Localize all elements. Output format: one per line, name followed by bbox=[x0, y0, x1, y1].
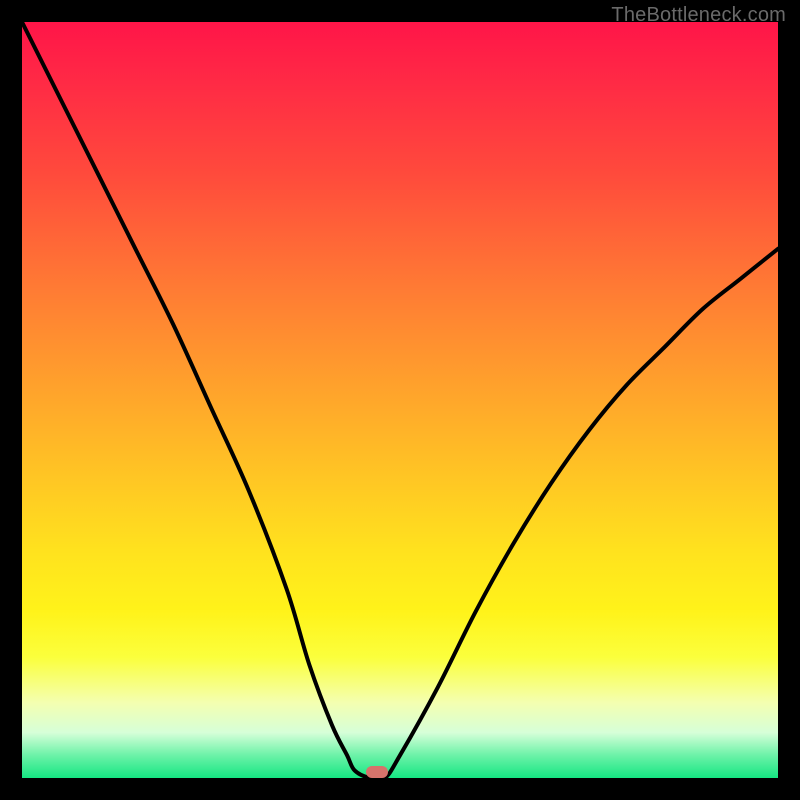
plot-area bbox=[22, 22, 778, 778]
optimal-point-marker bbox=[366, 766, 388, 778]
chart-stage: TheBottleneck.com bbox=[0, 0, 800, 800]
bottleneck-curve bbox=[22, 22, 778, 778]
curve-path bbox=[22, 22, 778, 778]
watermark-text: TheBottleneck.com bbox=[611, 4, 786, 27]
